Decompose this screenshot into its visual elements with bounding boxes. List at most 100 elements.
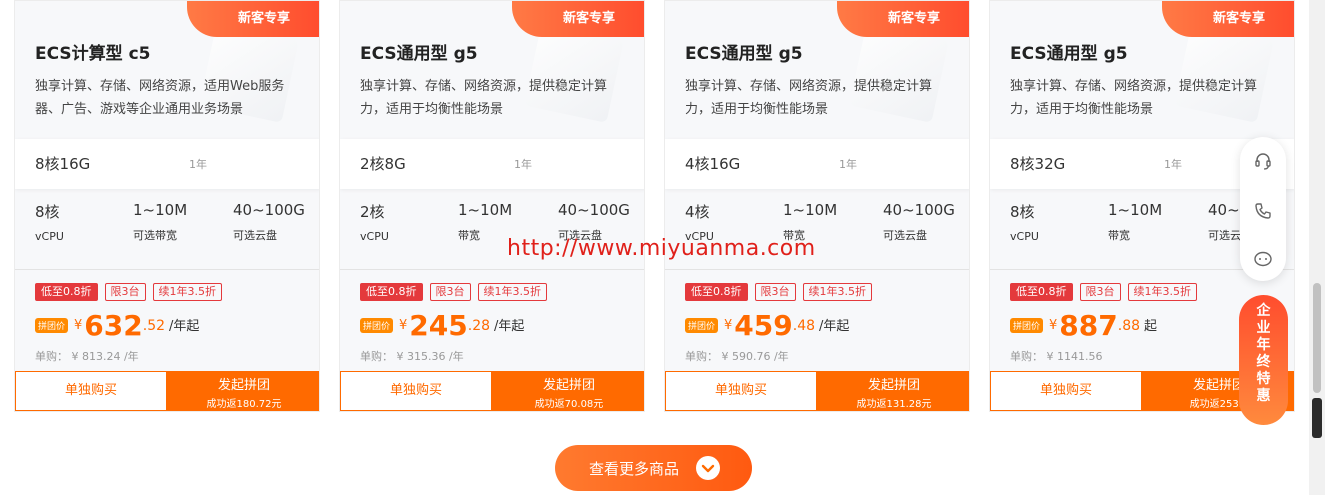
buy-single-button[interactable]: 单独购买 — [990, 371, 1142, 411]
group-buy-cashback: 成功返70.08元 — [534, 399, 604, 410]
single-price: 单购： ¥ 315.36 /年 — [360, 350, 464, 363]
renewal-tag: 续1年3.5折 — [802, 283, 872, 301]
start-group-buy-button[interactable]: 发起拼团 成功返131.28元 — [817, 371, 969, 411]
param-value: 4核 — [685, 203, 710, 221]
chat-icon[interactable] — [1253, 249, 1273, 269]
config-value: 8核32G — [1010, 155, 1066, 173]
card-actions: 单独购买 发起拼团 成功返180.72元 — [15, 371, 319, 411]
single-price: 单购： ¥ 813.24 /年 — [35, 350, 139, 363]
param-label: vCPU — [1010, 230, 1039, 243]
price-type-label: 拼团价 — [685, 318, 719, 333]
param-disk: 40~100G 可选云盘 — [233, 201, 305, 243]
param-label: 可选带宽 — [133, 229, 177, 242]
limit-tag: 限3台 — [429, 283, 471, 301]
param-disk: 40~100G 可选云盘 — [883, 201, 955, 243]
product-card: 新客专享 ECS通用型 g5 独享计算、存储、网络资源，提供稳定计算力，适用于均… — [339, 0, 645, 412]
discount-tag: 低至0.8折 — [685, 283, 748, 301]
term-value: 1年 — [514, 158, 532, 171]
year-end-promo-button[interactable]: 企业年终特惠 — [1239, 295, 1288, 425]
currency-symbol: ¥ — [74, 318, 83, 333]
price-decimal: .88 — [1117, 318, 1141, 334]
page-scrollbar[interactable] — [1309, 0, 1325, 495]
param-value: 2核 — [360, 203, 385, 221]
product-description: 独享计算、存储、网络资源，适用Web服务器、广告、游戏等企业通用业务场景 — [35, 79, 285, 117]
group-buy-label: 发起拼团 — [217, 378, 270, 393]
buy-single-button[interactable]: 单独购买 — [665, 371, 817, 411]
param-value: 40~100G — [233, 201, 305, 219]
currency-symbol: ¥ — [724, 318, 733, 333]
param-label: 可选云盘 — [233, 229, 277, 242]
side-toolbar — [1240, 137, 1286, 281]
single-price: 单购： ¥ 590.76 /年 — [685, 350, 789, 363]
price-unit: /年起 — [169, 319, 200, 334]
param-value: 40~100G — [883, 201, 955, 219]
headset-icon[interactable] — [1253, 151, 1273, 171]
param-label: vCPU — [360, 230, 389, 243]
param-bandwidth: 1~10M 可选带宽 — [133, 201, 187, 243]
term-value: 1年 — [1164, 158, 1182, 171]
buy-single-button[interactable]: 单独购买 — [15, 371, 167, 411]
param-value: 40~100G — [558, 201, 630, 219]
phone-icon[interactable] — [1253, 201, 1273, 221]
discount-tag: 低至0.8折 — [35, 283, 98, 301]
start-group-buy-button[interactable]: 发起拼团 成功返70.08元 — [492, 371, 644, 411]
price-decimal: .28 — [467, 318, 491, 334]
currency-symbol: ¥ — [1049, 318, 1058, 333]
price-decimal: .48 — [792, 318, 816, 334]
discount-tag: 低至0.8折 — [1010, 283, 1073, 301]
currency-symbol: ¥ — [399, 318, 408, 333]
product-card: 新客专享 ECS通用型 g5 独享计算、存储、网络资源，提供稳定计算力，适用于均… — [664, 0, 970, 412]
price-type-label: 拼团价 — [35, 318, 69, 333]
product-title: ECS通用型 g5 — [685, 44, 803, 64]
card-actions: 单独购买 发起拼团 成功返131.28元 — [665, 371, 969, 411]
side-widget — [1312, 398, 1322, 438]
chevron-down-icon — [696, 456, 720, 480]
param-label: vCPU — [35, 230, 64, 243]
group-price: 拼团价 ¥887.88 起 — [1010, 309, 1157, 343]
group-price: 拼团价 ¥245.28/年起 — [360, 309, 524, 343]
param-value: 1~10M — [458, 201, 513, 219]
config-selector[interactable]: 2核8G 1年 — [340, 139, 644, 189]
buy-single-button[interactable]: 单独购买 — [340, 371, 492, 411]
promo-tags: 低至0.8折 限3台 续1年3.5折 — [35, 283, 229, 301]
param-cpu: 2核 vCPU — [360, 201, 389, 243]
limit-tag: 限3台 — [104, 283, 146, 301]
renewal-tag: 续1年3.5折 — [152, 283, 222, 301]
group-buy-cashback: 成功返131.28元 — [856, 399, 932, 410]
page: 新客专享 ECS计算型 c5 独享计算、存储、网络资源，适用Web服务器、广告、… — [0, 0, 1325, 495]
param-value: 8核 — [35, 203, 60, 221]
param-value: 1~10M — [133, 201, 188, 219]
price-type-label: 拼团价 — [1010, 318, 1044, 333]
param-cpu: 8核 vCPU — [1010, 201, 1039, 243]
config-selector[interactable]: 8核16G 1年 — [15, 139, 319, 189]
promo-tags: 低至0.8折 限3台 续1年3.5折 — [360, 283, 554, 301]
param-label: 可选云盘 — [883, 229, 927, 242]
promo-tags: 低至0.8折 限3台 续1年3.5折 — [1010, 283, 1204, 301]
limit-tag: 限3台 — [1079, 283, 1121, 301]
start-group-buy-button[interactable]: 发起拼团 成功返180.72元 — [167, 371, 319, 411]
new-customer-badge: 新客专享 — [187, 1, 319, 37]
view-more-label: 查看更多商品 — [589, 460, 680, 478]
param-value: 1~10M — [1108, 201, 1163, 219]
config-selector[interactable]: 4核16G 1年 — [665, 139, 969, 189]
price-unit: /年起 — [819, 319, 850, 334]
price-integer: 245 — [409, 309, 468, 342]
config-value: 2核8G — [360, 155, 406, 173]
param-bandwidth: 1~10M 带宽 — [1108, 201, 1162, 243]
group-price: 拼团价 ¥459.48/年起 — [685, 309, 849, 343]
price-decimal: .52 — [142, 318, 166, 334]
renewal-tag: 续1年3.5折 — [1127, 283, 1197, 301]
config-value: 4核16G — [685, 155, 741, 173]
product-description: 独享计算、存储、网络资源，提供稳定计算力，适用于均衡性能场景 — [1010, 79, 1258, 117]
scrollbar-thumb[interactable] — [1313, 283, 1321, 393]
new-customer-badge: 新客专享 — [837, 1, 969, 37]
view-more-button[interactable]: 查看更多商品 — [555, 445, 752, 491]
price-type-label: 拼团价 — [360, 318, 394, 333]
term-value: 1年 — [839, 158, 857, 171]
group-buy-label: 发起拼团 — [542, 378, 595, 393]
product-card: 新客专享 ECS计算型 c5 独享计算、存储、网络资源，适用Web服务器、广告、… — [14, 0, 320, 412]
product-description: 独享计算、存储、网络资源，提供稳定计算力，适用于均衡性能场景 — [360, 79, 608, 117]
spec-params: 8核 vCPU 1~10M 可选带宽 40~100G 可选云盘 — [15, 201, 319, 251]
discount-tag: 低至0.8折 — [360, 283, 423, 301]
param-bandwidth: 1~10M 带宽 — [458, 201, 512, 243]
